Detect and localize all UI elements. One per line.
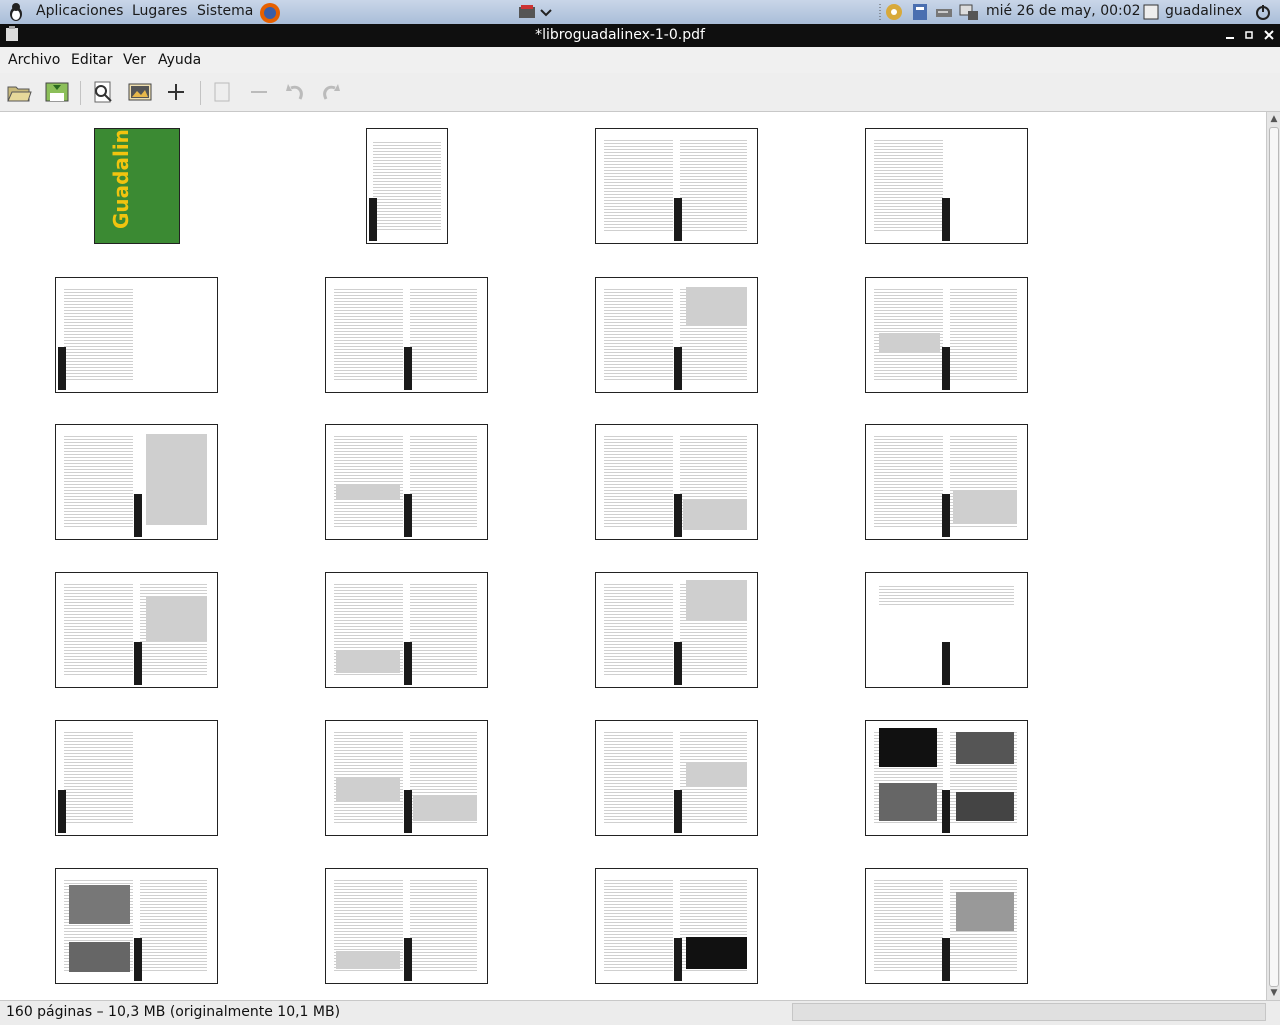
settings-gear-icon[interactable] xyxy=(884,2,904,22)
page-thumbnail[interactable] xyxy=(366,128,448,244)
scrollbar-thumb[interactable] xyxy=(1269,127,1279,987)
toolbar-separator xyxy=(200,81,201,105)
document-icon[interactable] xyxy=(910,2,930,22)
page-thumbnail[interactable] xyxy=(55,277,218,393)
menu-ver[interactable]: Ver xyxy=(123,52,146,68)
page-thumbnail[interactable] xyxy=(595,572,758,688)
vertical-scrollbar[interactable]: ▲ ▼ xyxy=(1266,112,1280,1000)
window-titlebar: *libroguadalinex-1-0.pdf xyxy=(0,24,1280,47)
maximize-icon[interactable] xyxy=(1241,26,1257,44)
user-icon[interactable] xyxy=(1142,2,1160,22)
statusbar-panel xyxy=(792,1003,1266,1021)
menu-lugares[interactable]: Lugares xyxy=(132,3,187,19)
page-thumbnail[interactable] xyxy=(55,720,218,836)
distro-logo-icon[interactable] xyxy=(6,2,26,22)
firefox-icon[interactable] xyxy=(259,2,280,23)
add-icon[interactable] xyxy=(163,79,189,105)
status-text: 160 páginas – 10,3 MB (originalmente 10,… xyxy=(6,1004,341,1020)
page-thumbnail[interactable] xyxy=(325,720,488,836)
page-thumbnail[interactable] xyxy=(865,572,1028,688)
page-thumbnail[interactable] xyxy=(595,424,758,540)
window-list-icon[interactable] xyxy=(518,2,538,22)
window-title: *libroguadalinex-1-0.pdf xyxy=(535,27,705,43)
page-thumbnail[interactable] xyxy=(595,277,758,393)
panel-separator xyxy=(876,2,884,22)
menu-editar[interactable]: Editar xyxy=(71,52,112,68)
menubar: Archivo Editar Ver Ayuda xyxy=(0,47,1280,73)
page-thumbnail[interactable] xyxy=(325,277,488,393)
network-icon[interactable] xyxy=(958,2,978,22)
power-icon[interactable] xyxy=(1253,2,1273,22)
chevron-down-icon[interactable] xyxy=(539,2,553,22)
toolbar xyxy=(0,73,1280,112)
page-thumbnail[interactable] xyxy=(55,868,218,984)
page-thumbnail[interactable] xyxy=(595,128,758,244)
image-icon[interactable] xyxy=(127,79,153,105)
page-thumbnail[interactable] xyxy=(865,277,1028,393)
page-thumbnail[interactable] xyxy=(865,720,1028,836)
menu-ayuda[interactable]: Ayuda xyxy=(158,52,201,68)
page-thumbnail[interactable] xyxy=(55,572,218,688)
minimize-icon[interactable] xyxy=(1222,26,1238,44)
toolbar-separator xyxy=(80,81,81,105)
page-thumbnail-grid[interactable]: Guadalinex xyxy=(0,112,1266,1000)
page-thumbnail[interactable] xyxy=(325,868,488,984)
menu-sistema[interactable]: Sistema xyxy=(197,3,253,19)
page-thumbnail[interactable] xyxy=(865,868,1028,984)
statusbar: 160 páginas – 10,3 MB (originalmente 10,… xyxy=(0,1000,1280,1025)
page-thumbnail-cover[interactable]: Guadalinex xyxy=(94,128,180,244)
page-thumbnail[interactable] xyxy=(595,720,758,836)
copy-icon[interactable] xyxy=(209,79,235,105)
page-thumbnail[interactable] xyxy=(865,128,1028,244)
rotate-right-icon[interactable] xyxy=(318,79,344,105)
page-thumbnail[interactable] xyxy=(325,572,488,688)
top-panel: Aplicaciones Lugares Sistema mié 26 de m… xyxy=(0,0,1280,25)
cover-title: Guadalinex xyxy=(109,128,133,229)
page-thumbnail[interactable] xyxy=(595,868,758,984)
clock[interactable]: mié 26 de may, 00:02 xyxy=(986,3,1141,19)
preview-icon[interactable] xyxy=(90,79,116,105)
rotate-left-icon[interactable] xyxy=(282,79,308,105)
remove-icon[interactable] xyxy=(246,79,272,105)
menu-archivo[interactable]: Archivo xyxy=(8,52,60,68)
scroll-up-icon[interactable]: ▲ xyxy=(1267,112,1280,126)
page-thumbnail[interactable] xyxy=(865,424,1028,540)
drive-icon[interactable] xyxy=(934,2,954,22)
close-icon[interactable] xyxy=(1261,26,1277,44)
page-thumbnail[interactable] xyxy=(325,424,488,540)
scroll-down-icon[interactable]: ▼ xyxy=(1267,986,1280,1000)
menu-aplicaciones[interactable]: Aplicaciones xyxy=(36,3,123,19)
save-icon[interactable] xyxy=(44,79,70,105)
open-folder-icon[interactable] xyxy=(6,79,32,105)
user-name[interactable]: guadalinex xyxy=(1165,3,1242,19)
page-thumbnail[interactable] xyxy=(55,424,218,540)
